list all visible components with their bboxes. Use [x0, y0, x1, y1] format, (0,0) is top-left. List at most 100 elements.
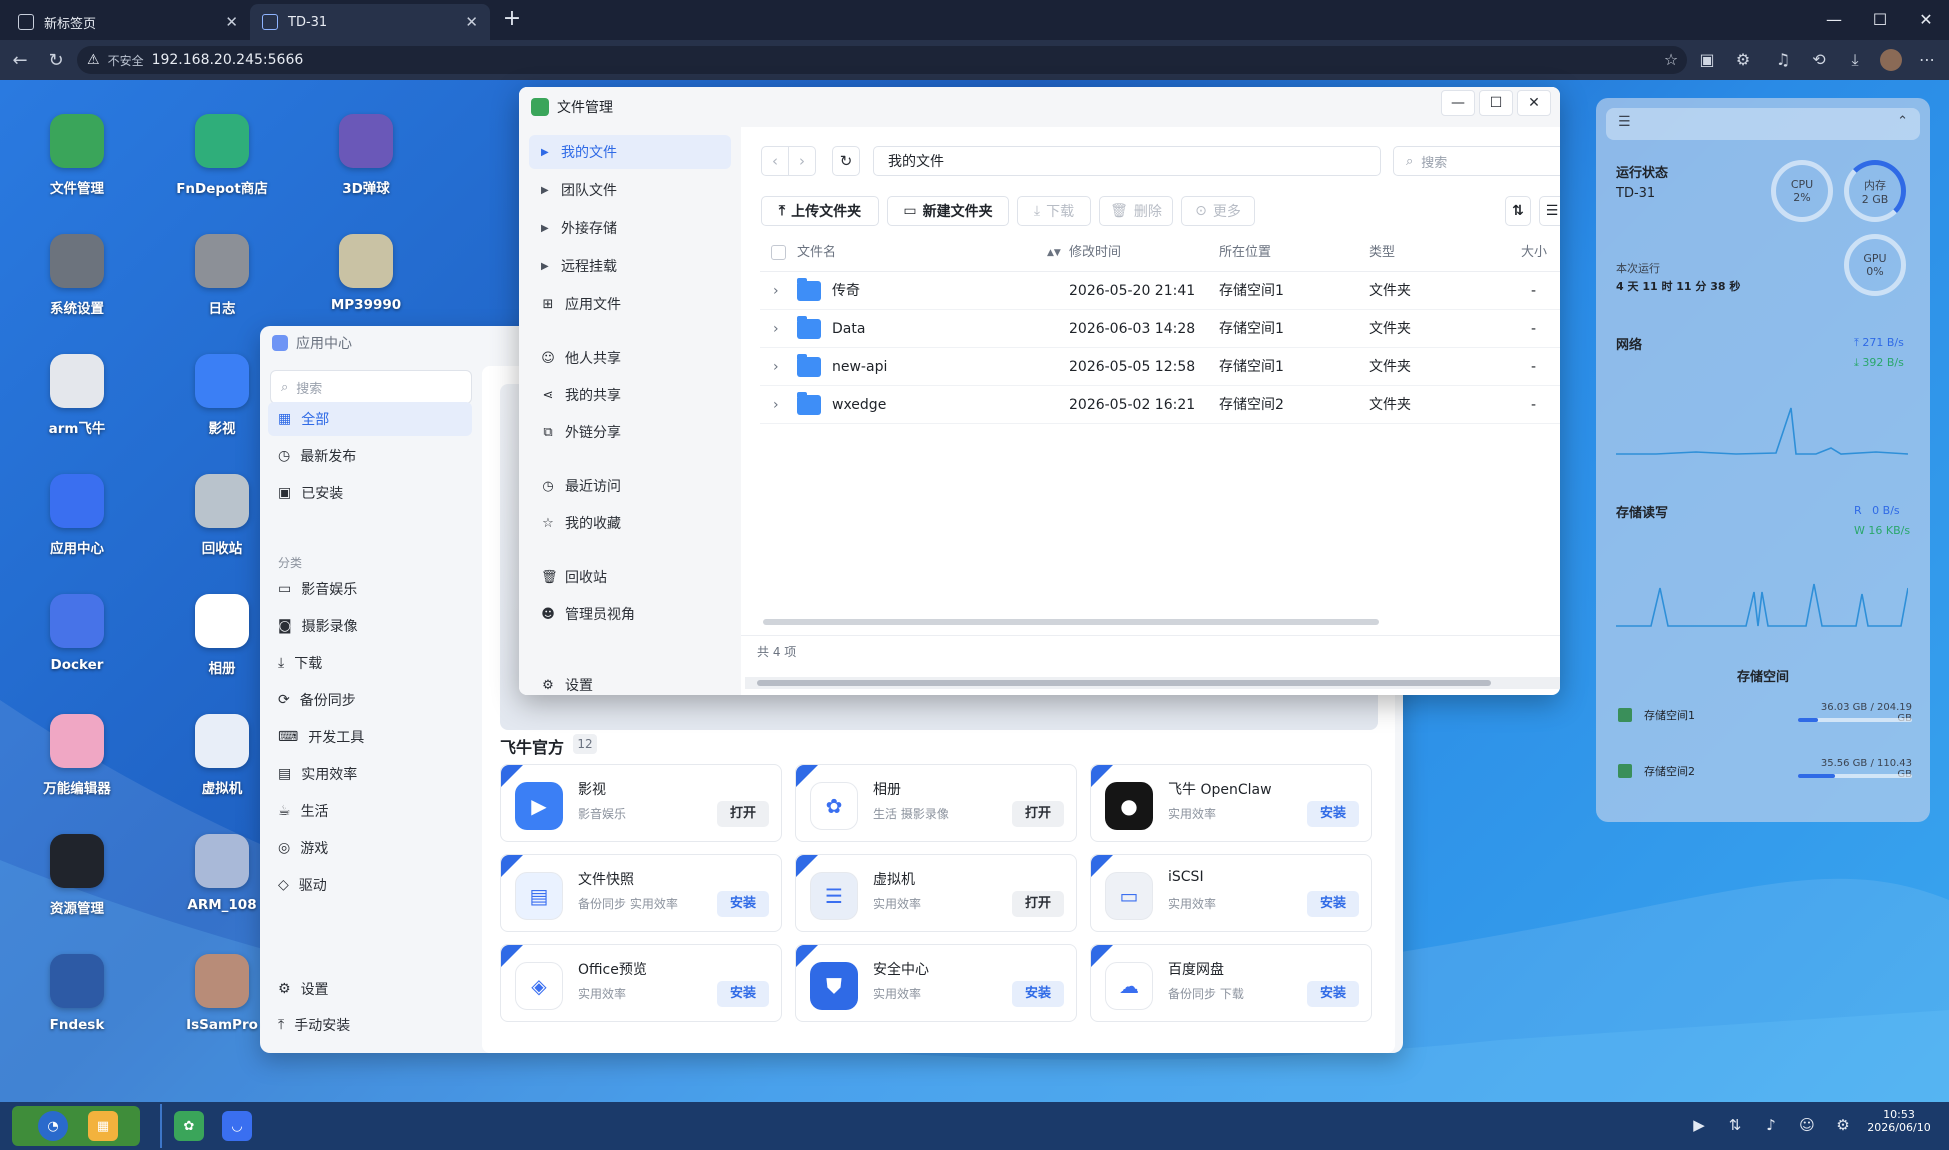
- col-name[interactable]: 文件名: [797, 235, 836, 271]
- category-item[interactable]: ▭ 影音娱乐: [268, 572, 472, 606]
- expand-chevron-icon[interactable]: ›: [773, 310, 779, 348]
- category-item[interactable]: ☕ 生活: [268, 794, 472, 828]
- app-card[interactable]: ☰ 虚拟机 实用效率 打开: [795, 854, 1077, 932]
- fm-sidebar-item[interactable]: 🗑 回收站: [529, 560, 731, 594]
- desktop-icon[interactable]: arm飞牛: [22, 354, 132, 464]
- app-card[interactable]: ☁ 百度网盘 备份同步 下载 安装: [1090, 944, 1372, 1022]
- fm-sidebar-item[interactable]: ⋖ 我的共享: [529, 378, 731, 412]
- desktop-icon[interactable]: IsSamPro: [167, 954, 277, 1064]
- nav-forward-button[interactable]: ›: [788, 146, 816, 176]
- download-button[interactable]: ⤓ 下载: [1017, 196, 1091, 226]
- menu-icon[interactable]: ⋯: [1916, 49, 1938, 71]
- col-type[interactable]: 类型: [1369, 235, 1395, 271]
- col-modified[interactable]: 修改时间: [1069, 235, 1121, 271]
- open-button[interactable]: 打开: [717, 801, 769, 827]
- col-location[interactable]: 所在位置: [1219, 235, 1271, 271]
- file-manager-task-icon[interactable]: ✿: [174, 1111, 204, 1141]
- col-size[interactable]: 大小: [1521, 235, 1547, 271]
- sort-arrow-icon[interactable]: ▲▼: [1047, 235, 1061, 271]
- app-center-task-icon[interactable]: ◡: [222, 1111, 252, 1141]
- browser-tab-td31[interactable]: TD-31 ✕: [250, 4, 490, 40]
- app-card[interactable]: ▶ 影视 影音娱乐 打开: [500, 764, 782, 842]
- app-search-input[interactable]: ⌕ 搜索: [270, 370, 472, 404]
- desktop-icon[interactable]: Fndesk: [22, 954, 132, 1064]
- app-card[interactable]: ◈ Office预览 实用效率 安装: [500, 944, 782, 1022]
- file-search-input[interactable]: ⌕ 搜索: [1393, 146, 1560, 176]
- settings-list-icon[interactable]: ☰: [1618, 114, 1631, 130]
- star-icon[interactable]: ☆: [1660, 49, 1682, 71]
- expand-chevron-icon[interactable]: ›: [773, 386, 779, 424]
- view-list-button[interactable]: ☰: [1539, 196, 1560, 226]
- install-button[interactable]: 安装: [1012, 981, 1064, 1007]
- expand-chevron-icon[interactable]: ›: [773, 272, 779, 310]
- start-button[interactable]: ◔: [38, 1111, 68, 1141]
- horizontal-scrollbar[interactable]: [763, 619, 1379, 625]
- avatar[interactable]: [1880, 49, 1902, 71]
- category-item[interactable]: ◙ 摄影录像: [268, 609, 472, 643]
- app-card[interactable]: ✿ 相册 生活 摄影录像 打开: [795, 764, 1077, 842]
- install-button[interactable]: 安装: [717, 981, 769, 1007]
- close-icon[interactable]: ✕: [465, 13, 478, 31]
- select-all-checkbox[interactable]: [771, 245, 786, 260]
- close-icon[interactable]: ✕: [225, 13, 238, 31]
- app-nav-item[interactable]: ▣ 已安装: [268, 476, 472, 510]
- desktop-icon[interactable]: 系统设置: [22, 234, 132, 344]
- fm-sidebar-item[interactable]: ⚙ 设置: [529, 668, 731, 695]
- collapse-icon[interactable]: ⌃: [1897, 114, 1908, 129]
- desktop-icon[interactable]: MP39990: [311, 234, 421, 344]
- desktop-icon[interactable]: 应用中心: [22, 474, 132, 584]
- fm-sidebar-item[interactable]: ☆ 我的收藏: [529, 506, 731, 540]
- table-row[interactable]: › new-api 2026-05-05 12:58 存储空间1 文件夹 -: [760, 348, 1560, 386]
- new-folder-button[interactable]: ▭ 新建文件夹: [887, 196, 1009, 226]
- maximize-button[interactable]: ☐: [1860, 6, 1900, 34]
- desktop-icon[interactable]: 影视: [167, 354, 277, 464]
- fm-sidebar-item[interactable]: ⧉ 外链分享: [529, 415, 731, 449]
- bell-icon[interactable]: ♪: [1758, 1112, 1784, 1138]
- app-card[interactable]: ▭ iSCSI 实用效率 安装: [1090, 854, 1372, 932]
- fm-sidebar-item[interactable]: ◷ 最近访问: [529, 469, 731, 503]
- transfer-icon[interactable]: ⇅: [1722, 1112, 1748, 1138]
- puzzle-icon[interactable]: ⚙: [1732, 49, 1754, 71]
- app-card[interactable]: ▤ 文件快照 备份同步 实用效率 安装: [500, 854, 782, 932]
- refresh-button[interactable]: ↻: [832, 146, 860, 176]
- upload-folder-button[interactable]: ⤒ 上传文件夹: [761, 196, 879, 226]
- extension-icon[interactable]: ▣: [1696, 49, 1718, 71]
- app-center-bottom-item[interactable]: ⚙ 设置: [268, 972, 472, 1006]
- delete-button[interactable]: 🗑 删除: [1099, 196, 1173, 226]
- desktop-icon[interactable]: 文件管理: [22, 114, 132, 224]
- install-button[interactable]: 安装: [1307, 981, 1359, 1007]
- new-tab-button[interactable]: +: [500, 8, 524, 32]
- category-item[interactable]: ⟳ 备份同步: [268, 683, 472, 717]
- reload-button[interactable]: ↻: [44, 49, 68, 73]
- category-item[interactable]: ⤓ 下载: [268, 646, 472, 680]
- fm-sidebar-item[interactable]: ▶ 外接存储: [529, 211, 731, 245]
- app-card[interactable]: ⛊ 安全中心 实用效率 安装: [795, 944, 1077, 1022]
- desktop-icon[interactable]: 资源管理: [22, 834, 132, 944]
- nav-back-button[interactable]: ‹: [761, 146, 789, 176]
- app-nav-item[interactable]: ▦ 全部: [268, 402, 472, 436]
- app-nav-item[interactable]: ◷ 最新发布: [268, 439, 472, 473]
- category-item[interactable]: ◎ 游戏: [268, 831, 472, 865]
- category-item[interactable]: ▤ 实用效率: [268, 757, 472, 791]
- media-icon[interactable]: ♫: [1772, 49, 1794, 71]
- category-item[interactable]: ◇ 驱动: [268, 868, 472, 902]
- table-row[interactable]: › wxedge 2026-05-02 16:21 存储空间2 文件夹 -: [760, 386, 1560, 424]
- open-button[interactable]: 打开: [1012, 891, 1064, 917]
- install-button[interactable]: 安装: [1307, 891, 1359, 917]
- user-icon[interactable]: ☺: [1794, 1112, 1820, 1138]
- close-button[interactable]: ✕: [1517, 90, 1551, 116]
- scrollbar-thumb[interactable]: [757, 680, 1491, 686]
- outer-scrollbar[interactable]: [745, 677, 1560, 689]
- app-center-bottom-item[interactable]: ⤒ 手动安装: [268, 1008, 472, 1042]
- history-icon[interactable]: ⟲: [1808, 49, 1830, 71]
- maximize-button[interactable]: ☐: [1479, 90, 1513, 116]
- minimize-button[interactable]: —: [1814, 6, 1854, 34]
- install-button[interactable]: 安装: [1307, 801, 1359, 827]
- desktop-icon[interactable]: 日志: [167, 234, 277, 344]
- install-button[interactable]: 安装: [717, 891, 769, 917]
- desktop-icon[interactable]: 回收站: [167, 474, 277, 584]
- fm-sidebar-item[interactable]: ☺ 他人共享: [529, 341, 731, 375]
- minimize-button[interactable]: —: [1441, 90, 1475, 116]
- play-icon[interactable]: ▶: [1686, 1112, 1712, 1138]
- desktop-icon[interactable]: ARM_108: [167, 834, 277, 944]
